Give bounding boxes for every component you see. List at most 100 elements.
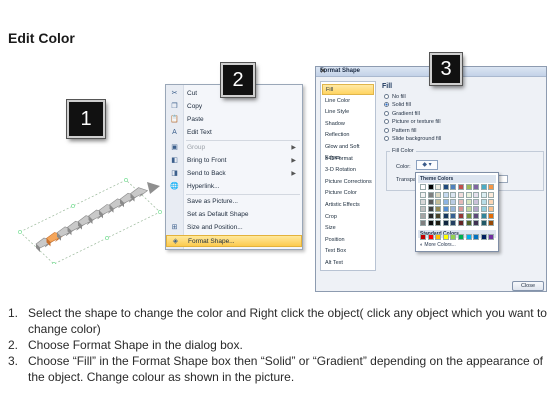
- color-swatch[interactable]: [458, 234, 464, 240]
- color-swatch[interactable]: [473, 213, 480, 219]
- color-swatch[interactable]: [480, 220, 487, 226]
- menu-item-edit-text[interactable]: A Edit Text: [166, 127, 302, 139]
- nav-item-position[interactable]: Position: [322, 235, 374, 246]
- color-swatch[interactable]: [473, 199, 480, 205]
- color-swatch[interactable]: [473, 206, 480, 212]
- color-swatch[interactable]: [465, 192, 472, 198]
- color-swatch[interactable]: [480, 199, 487, 205]
- color-swatch[interactable]: [465, 234, 472, 240]
- color-swatch[interactable]: [450, 192, 457, 198]
- color-swatch[interactable]: [488, 192, 495, 198]
- color-swatch[interactable]: [420, 192, 426, 198]
- menu-item-set-as-default-shape[interactable]: Set as Default Shape: [166, 209, 302, 221]
- radio-picture-or-texture-fill[interactable]: Picture or texture fill: [384, 119, 441, 125]
- color-swatch[interactable]: [442, 199, 449, 205]
- color-swatch[interactable]: [488, 220, 495, 226]
- color-swatch[interactable]: [480, 184, 487, 190]
- nav-item-alt-text[interactable]: Alt Text: [322, 258, 374, 269]
- color-swatch[interactable]: [427, 184, 434, 190]
- color-swatch[interactable]: [427, 234, 434, 240]
- nav-item-picture-color[interactable]: Picture Color: [322, 188, 374, 199]
- menu-item-save-as-picture[interactable]: Save as Picture...: [166, 196, 302, 208]
- menu-item-format-shape[interactable]: ◈ Format Shape...: [166, 235, 302, 247]
- nav-item-3-d-rotation[interactable]: 3-D Rotation: [322, 165, 374, 176]
- color-swatch[interactable]: [420, 234, 426, 240]
- color-swatch[interactable]: [435, 234, 442, 240]
- nav-item-crop[interactable]: Crop: [322, 212, 374, 223]
- color-swatch[interactable]: [465, 199, 472, 205]
- nav-item-glow-and-soft-edges[interactable]: Glow and Soft Edges: [322, 142, 374, 161]
- nav-item-shadow[interactable]: Shadow: [322, 119, 374, 130]
- nav-item-reflection[interactable]: Reflection: [322, 130, 374, 141]
- color-swatch[interactable]: [435, 199, 442, 205]
- color-swatch[interactable]: [450, 206, 457, 212]
- color-swatch[interactable]: [488, 184, 495, 190]
- color-swatch[interactable]: [473, 192, 480, 198]
- color-swatch[interactable]: [427, 213, 434, 219]
- nav-item-3-d-format[interactable]: 3-D Format: [322, 154, 374, 165]
- radio-button-icon[interactable]: [384, 127, 389, 133]
- menu-item-copy[interactable]: ❐ Copy: [166, 101, 302, 113]
- chevron-arrow-segment[interactable]: [130, 187, 149, 198]
- color-swatch[interactable]: [458, 220, 464, 226]
- color-swatch[interactable]: [435, 206, 442, 212]
- radio-solid-fill[interactable]: Solid fill: [384, 102, 411, 108]
- menu-item-send-to-back[interactable]: ◨ Send to Back ▶: [166, 168, 302, 180]
- menu-item-hyperlink[interactable]: 🌐 Hyperlink...: [166, 181, 302, 193]
- nav-item-artistic-effects[interactable]: Artistic Effects: [322, 200, 374, 211]
- color-swatch[interactable]: [427, 220, 434, 226]
- menu-item-group[interactable]: ▣ Group ▶: [166, 142, 302, 154]
- color-swatch[interactable]: [435, 213, 442, 219]
- radio-slide-background-fill[interactable]: Slide background fill: [384, 136, 441, 142]
- color-swatch[interactable]: [458, 192, 464, 198]
- nav-item-line-color[interactable]: Line Color: [322, 96, 374, 107]
- nav-item-picture-corrections[interactable]: Picture Corrections: [322, 177, 374, 188]
- color-swatch[interactable]: [450, 220, 457, 226]
- nav-item-text-box[interactable]: Text Box: [322, 246, 374, 257]
- transparency-spinner[interactable]: [498, 175, 508, 183]
- radio-button-icon[interactable]: [384, 136, 389, 141]
- color-swatch[interactable]: [450, 234, 457, 240]
- radio-button-icon[interactable]: [384, 119, 389, 125]
- color-swatch[interactable]: [427, 206, 434, 212]
- color-swatch[interactable]: [458, 206, 464, 212]
- nav-item-line-style[interactable]: Line Style: [322, 107, 374, 118]
- color-swatch[interactable]: [450, 213, 457, 219]
- color-swatch[interactable]: [488, 213, 495, 219]
- nav-item-fill[interactable]: Fill: [322, 84, 374, 95]
- color-swatch[interactable]: [420, 220, 426, 226]
- more-colors-link[interactable]: ◐ More Colors...: [420, 242, 456, 248]
- color-swatch[interactable]: [480, 234, 487, 240]
- color-swatch[interactable]: [435, 220, 442, 226]
- radio-button-icon[interactable]: [384, 110, 389, 116]
- color-swatch[interactable]: [473, 220, 480, 226]
- color-swatch[interactable]: [465, 184, 472, 190]
- color-swatch[interactable]: [442, 184, 449, 190]
- color-swatch[interactable]: [442, 206, 449, 212]
- color-swatch[interactable]: [465, 213, 472, 219]
- color-swatch[interactable]: [488, 206, 495, 212]
- radio-pattern-fill[interactable]: Pattern fill: [384, 127, 416, 134]
- color-swatch[interactable]: [480, 206, 487, 212]
- color-swatch[interactable]: [450, 184, 457, 190]
- color-swatch[interactable]: [488, 199, 495, 205]
- color-swatch[interactable]: [450, 199, 457, 205]
- color-swatch[interactable]: [442, 192, 449, 198]
- color-swatch[interactable]: [473, 184, 480, 190]
- radio-gradient-fill[interactable]: Gradient fill: [384, 110, 420, 117]
- color-swatch[interactable]: [435, 184, 442, 190]
- color-swatch[interactable]: [458, 199, 464, 205]
- color-swatch[interactable]: [458, 184, 464, 190]
- color-swatch[interactable]: [480, 213, 487, 219]
- color-picker-button[interactable]: ◆ ▾: [416, 160, 438, 170]
- color-swatch[interactable]: [473, 234, 480, 240]
- color-swatch[interactable]: [435, 192, 442, 198]
- radio-button-icon[interactable]: [384, 94, 389, 99]
- menu-item-size-and-position[interactable]: ⊞ Size and Position...: [166, 222, 302, 234]
- color-swatch[interactable]: [480, 192, 487, 198]
- color-swatch[interactable]: [427, 192, 434, 198]
- menu-item-paste[interactable]: 📋 Paste: [166, 114, 302, 126]
- color-swatch[interactable]: [458, 213, 464, 219]
- color-swatch[interactable]: [442, 220, 449, 226]
- color-swatch[interactable]: [465, 220, 472, 226]
